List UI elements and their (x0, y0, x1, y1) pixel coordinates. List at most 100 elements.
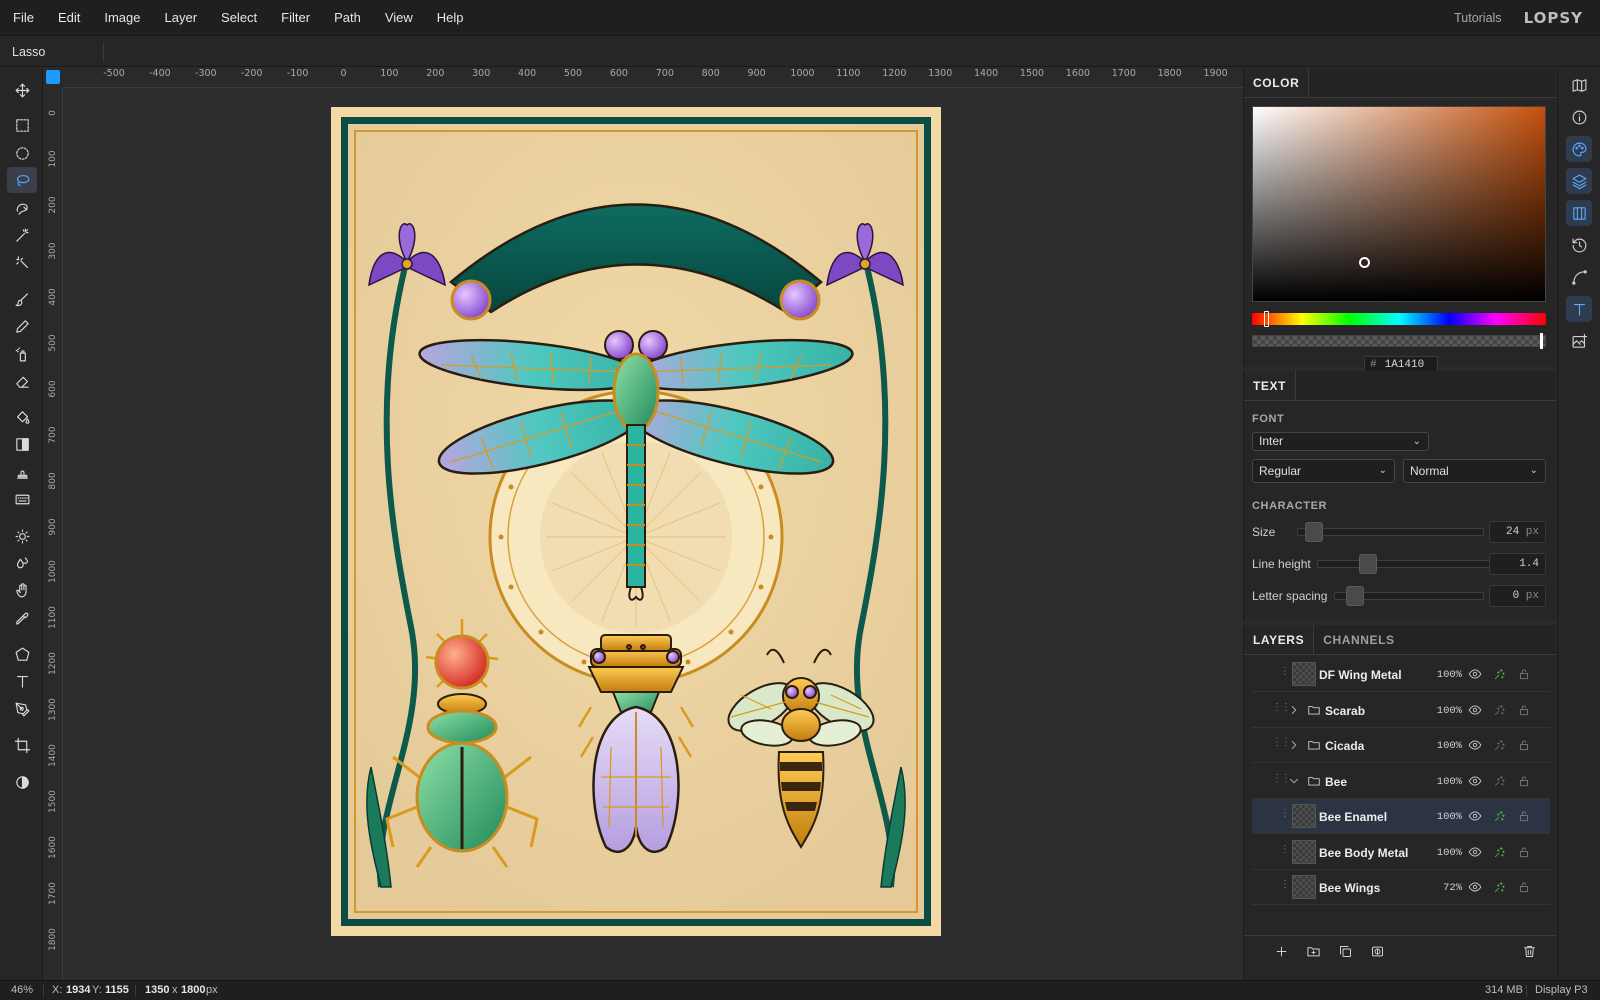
image-panel-button[interactable] (1566, 328, 1592, 354)
menu-filter[interactable]: Filter (269, 0, 322, 36)
layer-list[interactable]: ⋮⋮ DF Wing Metal 100% ⋮⋮ Scarab 100% ⋮⋮ Cicada 1… (1252, 655, 1550, 933)
font-style-select[interactable]: Normal ⌄ (1403, 459, 1546, 483)
adjust-tool-button[interactable] (7, 769, 37, 795)
layer-opacity[interactable]: 100% (1432, 847, 1462, 859)
visibility-button[interactable] (1468, 667, 1484, 683)
chevron-right-icon[interactable] (1287, 703, 1303, 719)
visibility-button[interactable] (1468, 809, 1484, 825)
lock-button[interactable] (1517, 667, 1533, 683)
layer-row[interactable]: ⋮⋮ DF Wing Metal 100% (1252, 657, 1550, 692)
vertical-ruler[interactable]: 0 100 200 300 400 500 600 700 800 900 1000 1100 1200… (43, 88, 63, 980)
move-tool-button[interactable] (7, 77, 37, 103)
new-group-button[interactable] (1306, 944, 1324, 962)
color-picker-handle[interactable] (1359, 257, 1370, 268)
lock-button[interactable] (1517, 845, 1533, 861)
layer-group-row[interactable]: ⋮⋮ Scarab 100% (1252, 693, 1550, 728)
layer-name[interactable]: Cicada (1325, 739, 1364, 753)
drag-handle-icon[interactable]: ⋮⋮ (1272, 738, 1291, 752)
menu-layer[interactable]: Layer (153, 0, 210, 36)
visibility-button[interactable] (1468, 774, 1484, 790)
fill-tool-button[interactable] (7, 404, 37, 430)
lock-button[interactable] (1517, 880, 1533, 896)
color-panel-tab[interactable]: COLOR (1244, 68, 1310, 97)
eraser-tool-button[interactable] (7, 368, 37, 394)
visibility-button[interactable] (1468, 738, 1484, 754)
drag-handle-icon[interactable]: ⋮⋮ (1272, 773, 1291, 788)
menu-view[interactable]: View (373, 0, 425, 36)
type-tool-button[interactable] (7, 668, 37, 694)
size-slider-handle[interactable] (1305, 522, 1323, 542)
visibility-button[interactable] (1468, 880, 1484, 896)
size-input[interactable]: 24 px (1489, 521, 1546, 543)
tutorials-link[interactable]: Tutorials (1454, 11, 1501, 25)
layer-group-row[interactable]: ⋮⋮ Bee 100% (1252, 764, 1550, 799)
layer-row[interactable]: ⋮⋮ Bee Wings 72% (1252, 870, 1550, 905)
lasso-tool-button[interactable] (7, 167, 37, 193)
color-panel-button[interactable] (1566, 136, 1592, 162)
canvas-area[interactable] (64, 89, 1243, 980)
line-height-slider-handle[interactable] (1359, 554, 1377, 574)
line-height-slider[interactable] (1317, 560, 1500, 568)
tab-layers[interactable]: LAYERS (1244, 625, 1315, 654)
effects-button[interactable] (1493, 880, 1509, 896)
magic-wand-tool-button[interactable] (7, 222, 37, 248)
effects-button[interactable] (1493, 703, 1509, 719)
layer-row[interactable]: ⋮⋮ Bee Body Metal 100% (1252, 835, 1550, 870)
hue-slider-handle[interactable] (1264, 311, 1269, 327)
line-height-input[interactable]: 1.4 (1489, 553, 1546, 575)
drag-handle-icon[interactable]: ⋮⋮ (1280, 880, 1299, 894)
layers-panel-button[interactable] (1566, 168, 1592, 194)
lock-button[interactable] (1517, 703, 1533, 719)
pattern-tool-button[interactable] (7, 486, 37, 512)
lock-button[interactable] (1517, 774, 1533, 790)
letter-spacing-slider-handle[interactable] (1346, 586, 1364, 606)
layer-opacity[interactable]: 100% (1432, 740, 1462, 752)
chevron-down-icon[interactable] (1287, 774, 1303, 790)
layer-name[interactable]: Bee Enamel (1319, 810, 1387, 824)
lock-button[interactable] (1517, 738, 1533, 754)
layer-group-row[interactable]: ⋮⋮ Cicada 100% (1252, 728, 1550, 763)
layer-name[interactable]: Scarab (1325, 704, 1365, 718)
info-panel-button[interactable] (1566, 104, 1592, 130)
menu-select[interactable]: Select (209, 0, 269, 36)
burn-tool-button[interactable] (7, 550, 37, 576)
menu-help[interactable]: Help (425, 0, 476, 36)
menu-path[interactable]: Path (322, 0, 373, 36)
layer-row[interactable]: ⋮⋮ Bee Enamel 100% (1252, 799, 1550, 834)
alpha-slider[interactable] (1252, 335, 1546, 347)
effects-button[interactable] (1493, 667, 1509, 683)
crop-tool-button[interactable] (7, 732, 37, 758)
layer-opacity[interactable]: 100% (1432, 776, 1462, 788)
menu-edit[interactable]: Edit (46, 0, 92, 36)
ellipse-select-tool-button[interactable] (7, 140, 37, 166)
duplicate-layer-button[interactable] (1338, 944, 1356, 962)
layer-name[interactable]: Bee (1325, 775, 1347, 789)
paths-panel-button[interactable] (1566, 264, 1592, 290)
spray-tool-button[interactable] (7, 341, 37, 367)
saturation-brightness-field[interactable] (1252, 106, 1546, 302)
effects-button[interactable] (1493, 809, 1509, 825)
dodge-tool-button[interactable] (7, 523, 37, 549)
lock-button[interactable] (1517, 809, 1533, 825)
hue-slider[interactable] (1252, 313, 1546, 325)
zoom-level[interactable]: 46% (11, 981, 33, 1000)
rect-select-tool-button[interactable] (7, 112, 37, 138)
quick-select-tool-button[interactable] (7, 249, 37, 275)
font-family-select[interactable]: Inter ⌄ (1252, 432, 1429, 451)
layer-name[interactable]: Bee Body Metal (1319, 846, 1408, 860)
magnetic-lasso-tool-button[interactable] (7, 195, 37, 221)
layer-name[interactable]: DF Wing Metal (1319, 668, 1402, 682)
drag-handle-icon[interactable]: ⋮⋮ (1280, 809, 1299, 823)
layer-opacity[interactable]: 72% (1432, 882, 1462, 894)
letter-spacing-input[interactable]: 0 px (1489, 585, 1546, 607)
history-panel-button[interactable] (1566, 232, 1592, 258)
brush-tool-button[interactable] (7, 286, 37, 312)
channels-panel-button[interactable] (1566, 200, 1592, 226)
layer-opacity[interactable]: 100% (1432, 705, 1462, 717)
size-slider[interactable] (1297, 528, 1484, 536)
font-weight-select[interactable]: Regular ⌄ (1252, 459, 1395, 483)
layer-mask-button[interactable] (1370, 944, 1388, 962)
layer-name[interactable]: Bee Wings (1319, 881, 1380, 895)
delete-layer-button[interactable] (1522, 944, 1540, 962)
visibility-button[interactable] (1468, 845, 1484, 861)
